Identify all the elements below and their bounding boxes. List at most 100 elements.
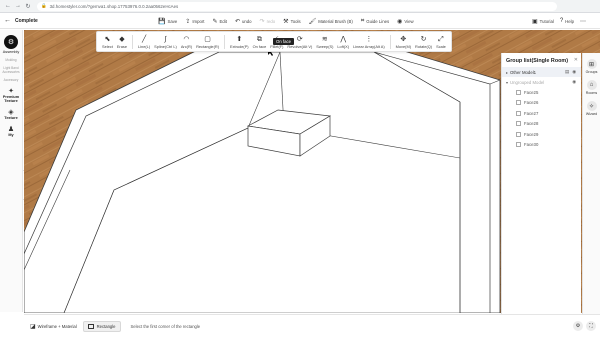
rail-item-label: Rooms	[585, 91, 598, 95]
extrude-p-tool[interactable]: ⬆ Extrude(P)	[228, 32, 251, 51]
loft-x-tool[interactable]: ⋀ Loft(X)	[335, 32, 351, 51]
group-row-ungrouped[interactable]: ▾ Ungrouped Model ◉	[502, 77, 581, 87]
status-bar: ◪ Wireframe + Material Rectangle Select …	[24, 314, 600, 337]
face-list-item[interactable]: Face25	[502, 87, 581, 98]
import-button[interactable]: ⇪ Import	[185, 18, 204, 25]
face-label: Face25	[524, 89, 539, 95]
address-bar[interactable]: 🔒 3d.homestyler.com/?gemva1.shop.1775397…	[37, 1, 557, 11]
material-brush-icon: 🖌	[308, 18, 317, 25]
sidebar-item-my[interactable]: ♟ My	[0, 125, 22, 137]
view-icon: ◉	[397, 18, 403, 25]
chevron-down-icon[interactable]: ▾	[506, 80, 508, 85]
sidebar-item-light-band[interactable]: Light Band Accessories	[0, 66, 22, 74]
face-label: Face30	[524, 142, 539, 148]
toolbar-label: Edit	[219, 18, 227, 24]
rail-item-rooms[interactable]: ⌂ Rooms	[583, 80, 600, 95]
group-row-other-model[interactable]: ▸ Other Model1 ▤ ◉	[502, 67, 581, 77]
groups-icon: ⊞	[586, 59, 597, 69]
guide-lines-button[interactable]: ⌗ Guide Lines	[361, 18, 389, 25]
face-icon	[516, 110, 521, 116]
linear-array-alt-a-tool[interactable]: ⋮ Linear Array(Alt A)	[351, 32, 387, 51]
rooms-icon: ⌂	[586, 80, 597, 90]
row-action-icons[interactable]: ▤ ◉	[565, 69, 577, 75]
loft-icon: ⋀	[340, 35, 347, 43]
sidebar-item-label: Texture	[4, 116, 18, 120]
spline-icon: ∫	[164, 35, 167, 43]
save-button[interactable]: 💾 Save	[158, 18, 177, 25]
undo-button[interactable]: ↶ undo	[235, 18, 252, 25]
tooltip: On face	[273, 38, 295, 45]
move-m-tool[interactable]: ✥ Move(M)	[394, 32, 413, 51]
select-tool[interactable]: ⬉ Select	[100, 32, 115, 51]
group-row-label: Ungrouped Model	[510, 79, 545, 85]
fullscreen-icon[interactable]: ⛶	[586, 321, 596, 331]
rail-item-groups[interactable]: ⊞ Groups	[583, 59, 600, 74]
back-arrow-icon[interactable]: ←	[4, 17, 11, 24]
sidebar-item-accessory[interactable]: Accessory	[0, 78, 22, 82]
face-label: Face27	[524, 110, 539, 116]
tools-button[interactable]: ⚒ Tools	[283, 18, 300, 25]
tool-label: Rectangle(R)	[196, 43, 219, 49]
chevron-right-icon[interactable]: ▸	[506, 70, 508, 75]
face-list-item[interactable]: Face29	[502, 129, 581, 140]
group-row-label: Other Model1	[510, 69, 537, 75]
tool-label: Erase	[116, 43, 127, 49]
tools-icon: ⚒	[283, 18, 289, 25]
material-brush-b-button[interactable]: 🖌 Material Brush (B)	[309, 18, 353, 25]
scale-icon: ⤢	[438, 35, 444, 43]
tool-label: Sweep(S)	[316, 43, 334, 49]
browser-reload-icon[interactable]: ↻	[24, 2, 32, 10]
rail-item-wizard[interactable]: ✧ Wizard	[583, 101, 600, 116]
toolbar-divider	[224, 34, 225, 49]
spline-ctrl-l-tool[interactable]: ∫ Spline(Ctrl L)	[152, 32, 179, 51]
erase-tool[interactable]: ◆ Erase	[115, 32, 129, 51]
complete-button[interactable]: Complete	[15, 18, 38, 24]
wireframe-material-toggle[interactable]: ◪ Wireframe + Material	[30, 323, 77, 330]
close-icon[interactable]: ✕	[574, 57, 578, 63]
edit-button[interactable]: ✎ Edit	[213, 18, 227, 25]
my-icon: ♟	[7, 126, 15, 133]
rotate-q-tool[interactable]: ↻ Rotate(Q)	[413, 32, 434, 51]
header-action-label: Help	[565, 18, 574, 24]
arc-r-tool[interactable]: ◠ Arc(R)	[179, 32, 194, 51]
main-toolbar: 💾 Save ⇪ Import ✎ Edit ↶ undo ↷ redo ⚒ Tools 🖌 Materi…	[158, 13, 422, 29]
visibility-icon[interactable]: ◉	[572, 79, 577, 85]
right-rail: ⊞ Groups ⌂ Rooms ✧ Wizard	[582, 53, 600, 314]
more-button[interactable]: ⋯	[580, 18, 588, 25]
face-list-item[interactable]: Face30	[502, 140, 581, 151]
toolbar-label: Tools	[290, 18, 301, 24]
wireframe-label: Wireframe + Material	[37, 323, 77, 329]
extrude-icon: ⬆	[236, 35, 243, 43]
tool-label: Select	[102, 43, 113, 49]
toolbar-divider	[389, 34, 391, 49]
face-list-item[interactable]: Face28	[502, 119, 581, 130]
browser-back-icon[interactable]: ←	[4, 2, 12, 10]
viewport-controls: ⚙ ⛶	[570, 321, 596, 331]
guide-lines-icon: ⌗	[360, 17, 365, 24]
sidebar-item-molding[interactable]: Molding	[0, 58, 22, 62]
assembly-label[interactable]: Assembly	[0, 50, 22, 54]
tutorial-icon: ▣	[531, 18, 538, 25]
tool-label: Spline(Ctrl L)	[154, 43, 177, 49]
sidebar-item-premium-texture[interactable]: ✦ Premium Texture	[0, 87, 22, 103]
scale-tool[interactable]: ⤢ Scale	[434, 32, 448, 51]
on-face-tool[interactable]: ⧉ On face	[251, 32, 269, 51]
redo-button[interactable]: ↷ redo	[260, 18, 276, 25]
line-l-tool[interactable]: ╱ Line(L)	[136, 32, 152, 51]
group-list-panel: Group list(Single Room) ✕ ▸ Other Model1…	[501, 53, 581, 314]
active-tool-chip[interactable]: Rectangle	[82, 320, 121, 332]
rectangle-icon	[87, 323, 94, 329]
rectangle-r-tool[interactable]: ▢ Rectangle(R)	[194, 32, 221, 51]
face-list-item[interactable]: Face27	[502, 108, 581, 119]
toolbar-label: View	[404, 18, 414, 24]
tutorial-button[interactable]: ▣ Tutorial	[532, 18, 554, 25]
assembly-icon[interactable]: ⚙	[4, 35, 18, 49]
sidebar-item-texture[interactable]: ◈ Texture	[0, 108, 22, 120]
browser-forward-icon[interactable]: →	[14, 2, 22, 10]
rail-item-label: Wizard	[585, 112, 598, 116]
face-list-item[interactable]: Face26	[502, 98, 581, 109]
sweep-s-tool[interactable]: ≋ Sweep(S)	[314, 32, 335, 51]
help-button[interactable]: ? Help	[560, 18, 574, 24]
settings-icon[interactable]: ⚙	[573, 321, 583, 331]
view-button[interactable]: ◉ View	[397, 18, 414, 25]
